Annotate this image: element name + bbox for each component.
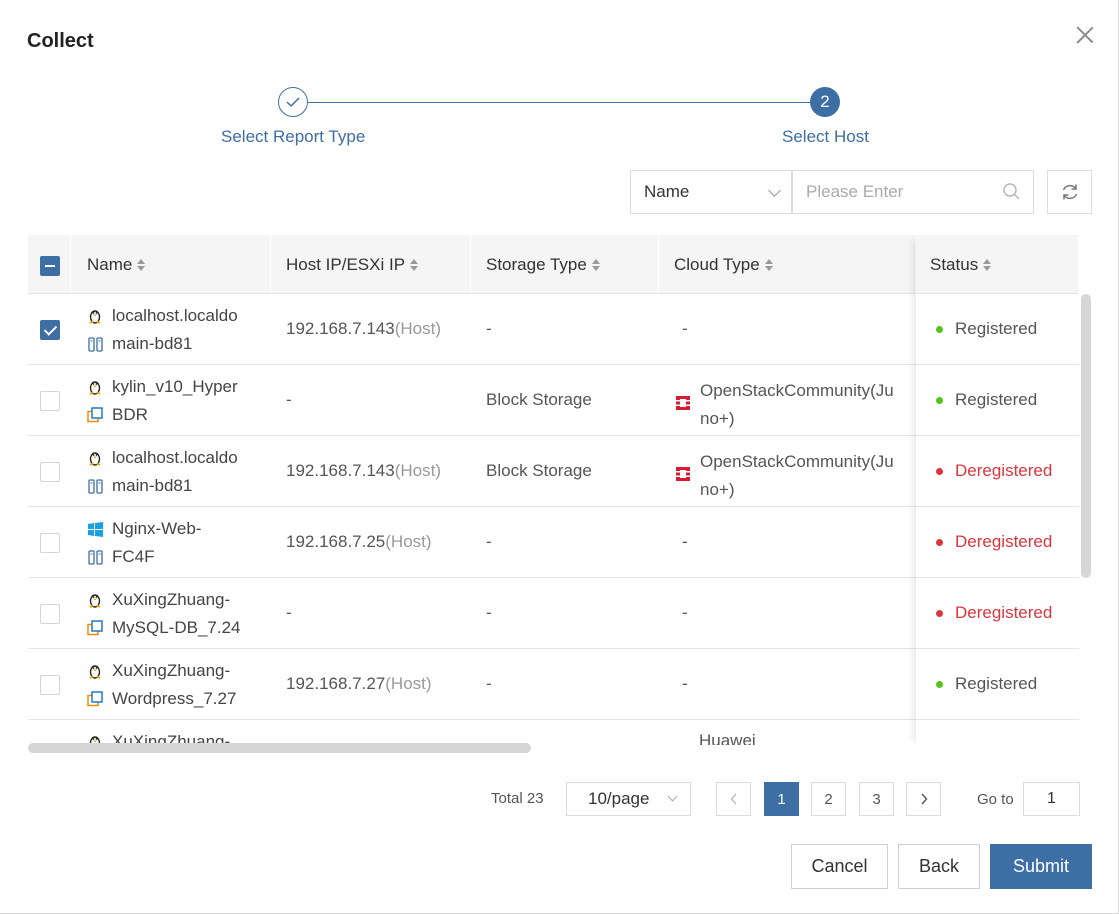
- physical-host-icon: [87, 549, 103, 565]
- hosts-table: Name Host IP/ESXi IP Storage Type Cloud …: [28, 235, 1079, 745]
- host-name-line-1: kylin_v10_Hyper: [87, 377, 238, 397]
- storage-type-cell: -: [486, 532, 492, 551]
- cloud-type-cell: -: [682, 674, 688, 693]
- goto-label: Go to: [977, 791, 1014, 808]
- cloud-type-cell: -: [682, 319, 688, 338]
- step-2-indicator: 2: [810, 87, 840, 117]
- storage-type-cell: Block Storage: [486, 461, 592, 480]
- sort-icon[interactable]: [410, 258, 419, 272]
- host-name-line-1: XuXingZhuang-: [87, 590, 230, 610]
- row-checkbox[interactable]: [40, 391, 60, 411]
- storage-type-cell: -: [486, 603, 492, 622]
- linux-icon: [87, 308, 103, 324]
- host-name-line-2: main-bd81: [87, 476, 192, 496]
- host-name-line-2: main-bd81: [87, 334, 192, 354]
- row-checkbox[interactable]: [40, 462, 60, 482]
- filter-field-value: Name: [644, 182, 690, 201]
- total-count: Total 23: [491, 790, 544, 807]
- linux-icon: [87, 379, 103, 395]
- step-2-label: Select Host: [782, 127, 869, 146]
- search-icon[interactable]: [1003, 183, 1020, 200]
- host-name-line-1: Nginx-Web-: [87, 519, 201, 539]
- row-checkbox[interactable]: [40, 604, 60, 624]
- step-1-check-icon: [278, 87, 308, 117]
- page-button-1[interactable]: 1: [764, 782, 799, 816]
- chevron-down-icon: [667, 791, 678, 802]
- cloud-type-cell: OpenStackCommunity(Ju no+): [674, 365, 910, 435]
- refresh-icon: [1062, 184, 1077, 200]
- chevron-down-icon: [768, 184, 781, 197]
- cloud-type-cell: -: [682, 532, 688, 551]
- host-ip-cell: 192.168.7.27 (Host): [286, 674, 432, 693]
- step-1-label: Select Report Type: [221, 127, 366, 146]
- host-name-line-1: XuXingZhuang-: [87, 661, 230, 681]
- dialog-title: Collect: [27, 30, 94, 52]
- storage-type-cell: -: [486, 674, 492, 693]
- back-button[interactable]: Back: [898, 844, 980, 889]
- row-checkbox[interactable]: [40, 533, 60, 553]
- column-header-storage-type[interactable]: Storage Type: [471, 235, 659, 294]
- page-size-select[interactable]: 10/page: [566, 782, 691, 816]
- virtual-machine-icon: [87, 407, 103, 423]
- host-name-line-1: localhost.localdo: [87, 448, 238, 468]
- row-checkbox[interactable]: [40, 675, 60, 695]
- page-size-value: 10/page: [588, 789, 650, 808]
- storage-type-cell: Block Storage: [486, 390, 592, 409]
- status-column-shadow: [916, 235, 1079, 745]
- linux-icon: [87, 450, 103, 466]
- cloud-type-cell: Huawei: [699, 731, 756, 745]
- search-input[interactable]: [792, 170, 1034, 214]
- cloud-type-cell: -: [682, 603, 688, 622]
- horizontal-scrollbar[interactable]: [28, 743, 531, 753]
- prev-page-button[interactable]: [716, 782, 751, 816]
- openstack-icon: [674, 394, 692, 417]
- row-checkbox[interactable]: [40, 320, 60, 340]
- close-icon[interactable]: [1074, 24, 1096, 46]
- host-ip-cell: -: [286, 390, 292, 409]
- sort-icon[interactable]: [764, 258, 774, 272]
- chevron-right-icon: [920, 793, 927, 805]
- page-button-3[interactable]: 3: [859, 782, 894, 816]
- host-ip-cell: 192.168.7.143 (Host): [286, 319, 441, 338]
- host-ip-cell: 192.168.7.25 (Host): [286, 532, 432, 551]
- goto-page-input[interactable]: [1023, 782, 1080, 816]
- refresh-button[interactable]: [1047, 170, 1092, 214]
- page-button-2[interactable]: 2: [811, 782, 846, 816]
- virtual-machine-icon: [87, 691, 103, 707]
- cancel-button[interactable]: Cancel: [791, 844, 888, 889]
- host-ip-cell: -: [286, 603, 292, 622]
- sort-icon[interactable]: [591, 258, 601, 272]
- storage-type-cell: -: [486, 319, 492, 338]
- virtual-machine-icon: [87, 620, 103, 636]
- vertical-scrollbar[interactable]: [1081, 294, 1091, 578]
- sort-icon[interactable]: [137, 258, 146, 272]
- host-name-line-2: FC4F: [87, 547, 155, 567]
- linux-icon: [87, 592, 103, 608]
- select-all-checkbox[interactable]: [40, 256, 60, 276]
- column-header-name[interactable]: Name: [71, 235, 271, 294]
- next-page-button[interactable]: [906, 782, 941, 816]
- filter-field-select[interactable]: Name: [630, 170, 792, 214]
- chevron-left-icon: [730, 793, 737, 805]
- linux-icon: [87, 663, 103, 679]
- physical-host-icon: [87, 336, 103, 352]
- windows-icon: [87, 521, 103, 537]
- host-name-line-2: BDR: [87, 405, 148, 425]
- steps-connector: [308, 102, 810, 103]
- column-header-cloud-type[interactable]: Cloud Type: [659, 235, 916, 294]
- host-name-line-2: Wordpress_7.27: [87, 689, 236, 709]
- host-name-line-1: localhost.localdo: [87, 306, 238, 326]
- openstack-icon: [674, 465, 692, 488]
- cloud-type-cell: OpenStackCommunity(Ju no+): [674, 436, 910, 506]
- host-ip-cell: 192.168.7.143 (Host): [286, 461, 441, 480]
- host-name-line-2: MySQL-DB_7.24: [87, 618, 241, 638]
- physical-host-icon: [87, 478, 103, 494]
- submit-button[interactable]: Submit: [990, 844, 1092, 889]
- column-header-host-ip[interactable]: Host IP/ESXi IP: [271, 235, 471, 294]
- collect-dialog: Collect 2 Select Report Type Select Host…: [0, 0, 1119, 914]
